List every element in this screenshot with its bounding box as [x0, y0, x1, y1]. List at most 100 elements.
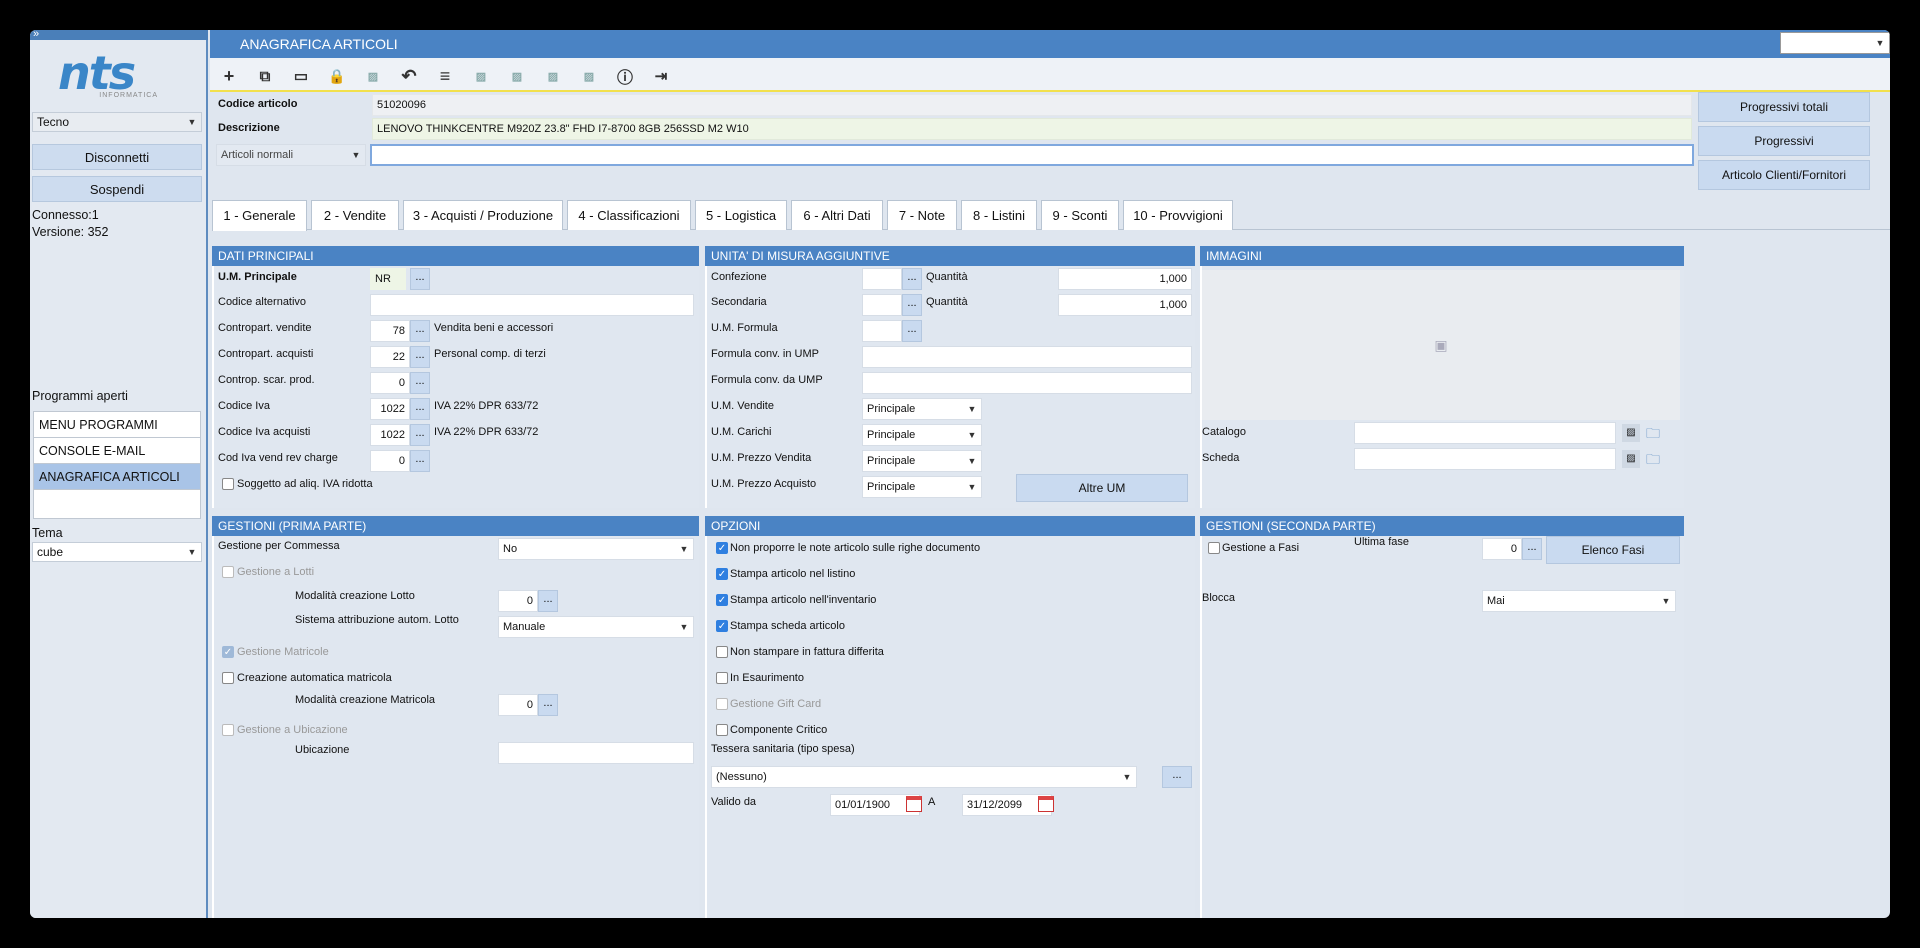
tab-note[interactable]: 7 - Note — [887, 200, 957, 230]
qty1-field[interactable]: 1,000 — [1058, 268, 1192, 290]
copy-icon[interactable]: ⧉ — [254, 65, 276, 87]
tab-provvigioni[interactable]: 10 - Provvigioni — [1123, 200, 1233, 230]
catalogo-field[interactable] — [1354, 422, 1616, 444]
open-folder-icon[interactable]: ▭ — [290, 65, 312, 87]
blocca-select[interactable]: Mai ▼ — [1482, 590, 1676, 612]
tab-altri-dati[interactable]: 6 - Altri Dati — [791, 200, 883, 230]
ubic-checkbox[interactable] — [222, 724, 234, 736]
altre-um-button[interactable]: Altre UM — [1016, 474, 1188, 502]
lookup-button[interactable]: ... — [410, 346, 430, 368]
tab-sconti[interactable]: 9 - Sconti — [1041, 200, 1119, 230]
clients-button[interactable]: Articolo Clienti/Fornitori — [1698, 160, 1870, 190]
crea-matr-checkbox[interactable] — [222, 672, 234, 684]
um-pv-select[interactable]: Principale ▼ — [862, 450, 982, 472]
alt-code-field[interactable] — [370, 294, 694, 316]
formula-field[interactable] — [862, 320, 902, 342]
lookup-button[interactable]: ... — [410, 268, 430, 290]
opt-scheda-checkbox[interactable]: ✓ — [716, 620, 728, 632]
disabled-icon[interactable]: ▨ — [362, 65, 384, 87]
image-icon[interactable]: ▨ — [1622, 424, 1640, 442]
mod-matr-field[interactable]: 0 — [498, 694, 538, 716]
lookup-button[interactable]: ... — [1522, 538, 1542, 560]
article-type-select[interactable]: Articoli normali ▼ — [216, 144, 366, 166]
lotti-checkbox[interactable] — [222, 566, 234, 578]
program-item[interactable] — [34, 490, 200, 516]
lookup-button[interactable]: ... — [902, 268, 922, 290]
opt-giftcard-checkbox[interactable] — [716, 698, 728, 710]
matricole-checkbox[interactable]: ✓ — [222, 646, 234, 658]
calendar-icon[interactable] — [906, 796, 922, 812]
um-pa-select[interactable]: Principale ▼ — [862, 476, 982, 498]
new-icon[interactable]: + — [218, 65, 240, 87]
tab-generale[interactable]: 1 - Generale — [212, 200, 307, 231]
tab-vendite[interactable]: 2 - Vendite — [311, 200, 399, 230]
mod-lotto-field[interactable]: 0 — [498, 590, 538, 612]
theme-select[interactable]: cube ▼ — [32, 542, 202, 562]
disabled-icon[interactable]: ▨ — [578, 65, 600, 87]
ultima-field[interactable]: 0 — [1482, 538, 1522, 560]
undo-icon[interactable]: ↶ — [398, 65, 420, 87]
sec-field[interactable] — [862, 294, 902, 316]
um-field[interactable]: NR — [370, 268, 406, 290]
lookup-button[interactable]: ... — [410, 450, 430, 472]
program-item[interactable]: ANAGRAFICA ARTICOLI — [34, 464, 200, 490]
lookup-button[interactable]: ... — [410, 424, 430, 446]
lookup-button[interactable]: ... — [410, 320, 430, 342]
opt-listino-checkbox[interactable]: ✓ — [716, 568, 728, 580]
um-vend-select[interactable]: Principale ▼ — [862, 398, 982, 420]
disabled-icon[interactable]: ▨ — [470, 65, 492, 87]
totals-button[interactable]: Progressivi totali — [1698, 92, 1870, 122]
tab-acquisti[interactable]: 3 - Acquisti / Produzione — [403, 200, 563, 230]
opt-fattura-checkbox[interactable] — [716, 646, 728, 658]
cv-field[interactable]: 78 — [370, 320, 410, 342]
ubicazione-field[interactable] — [498, 742, 694, 764]
tab-logistica[interactable]: 5 - Logistica — [695, 200, 787, 230]
menu-icon[interactable]: ≡ — [434, 65, 456, 87]
conv-da-field[interactable] — [862, 372, 1192, 394]
um-car-select[interactable]: Principale ▼ — [862, 424, 982, 446]
progressivi-button[interactable]: Progressivi — [1698, 126, 1870, 156]
opt-note-checkbox[interactable]: ✓ — [716, 542, 728, 554]
iva-acq-field[interactable]: 1022 — [370, 424, 410, 446]
lookup-button[interactable]: ... — [410, 398, 430, 420]
lock-icon[interactable]: 🔒 — [326, 65, 348, 87]
folder-icon[interactable]: 🗀 — [1646, 424, 1666, 442]
rev-field[interactable]: 0 — [370, 450, 410, 472]
lookup-button[interactable]: ... — [538, 590, 558, 612]
tab-listini[interactable]: 8 - Listini — [961, 200, 1037, 230]
suspend-button[interactable]: Sospendi — [32, 176, 202, 202]
company-select[interactable]: Tecno ▼ — [32, 112, 202, 132]
program-item[interactable]: MENU PROGRAMMI — [34, 412, 200, 438]
elenco-fasi-button[interactable]: Elenco Fasi — [1546, 536, 1680, 564]
program-item[interactable]: CONSOLE E-MAIL — [34, 438, 200, 464]
code-field[interactable]: 51020096 — [372, 94, 1692, 116]
folder-icon[interactable]: 🗀 — [1646, 450, 1666, 468]
lookup-button[interactable]: ... — [902, 320, 922, 342]
disabled-icon[interactable]: ▨ — [542, 65, 564, 87]
calendar-icon[interactable] — [1038, 796, 1054, 812]
lookup-button[interactable]: ... — [902, 294, 922, 316]
help-icon[interactable]: ⓘ — [614, 65, 636, 87]
iva-field[interactable]: 1022 — [370, 398, 410, 420]
ca-field[interactable]: 22 — [370, 346, 410, 368]
collapse-icon[interactable]: » — [30, 30, 208, 40]
disabled-icon[interactable]: ▨ — [506, 65, 528, 87]
sist-lotto-select[interactable]: Manuale ▼ — [498, 616, 694, 638]
conv-in-field[interactable] — [862, 346, 1192, 368]
extra-field[interactable] — [370, 144, 1694, 166]
lookup-button[interactable]: ... — [538, 694, 558, 716]
top-select[interactable]: ▼ — [1780, 32, 1890, 54]
tab-classificazioni[interactable]: 4 - Classificazioni — [567, 200, 691, 230]
ridotta-checkbox[interactable] — [222, 478, 234, 490]
opt-critico-checkbox[interactable] — [716, 724, 728, 736]
image-placeholder-icon[interactable]: ▣ — [1202, 270, 1680, 420]
commessa-select[interactable]: No ▼ — [498, 538, 694, 560]
csp-field[interactable]: 0 — [370, 372, 410, 394]
exit-icon[interactable]: ⇥ — [650, 65, 672, 87]
disconnect-button[interactable]: Disconnetti — [32, 144, 202, 170]
scheda-field[interactable] — [1354, 448, 1616, 470]
desc-field[interactable]: LENOVO THINKCENTRE M920Z 23.8" FHD I7-87… — [372, 118, 1692, 140]
image-icon[interactable]: ▨ — [1622, 450, 1640, 468]
fasi-checkbox[interactable] — [1208, 542, 1220, 554]
opt-esaurimento-checkbox[interactable] — [716, 672, 728, 684]
